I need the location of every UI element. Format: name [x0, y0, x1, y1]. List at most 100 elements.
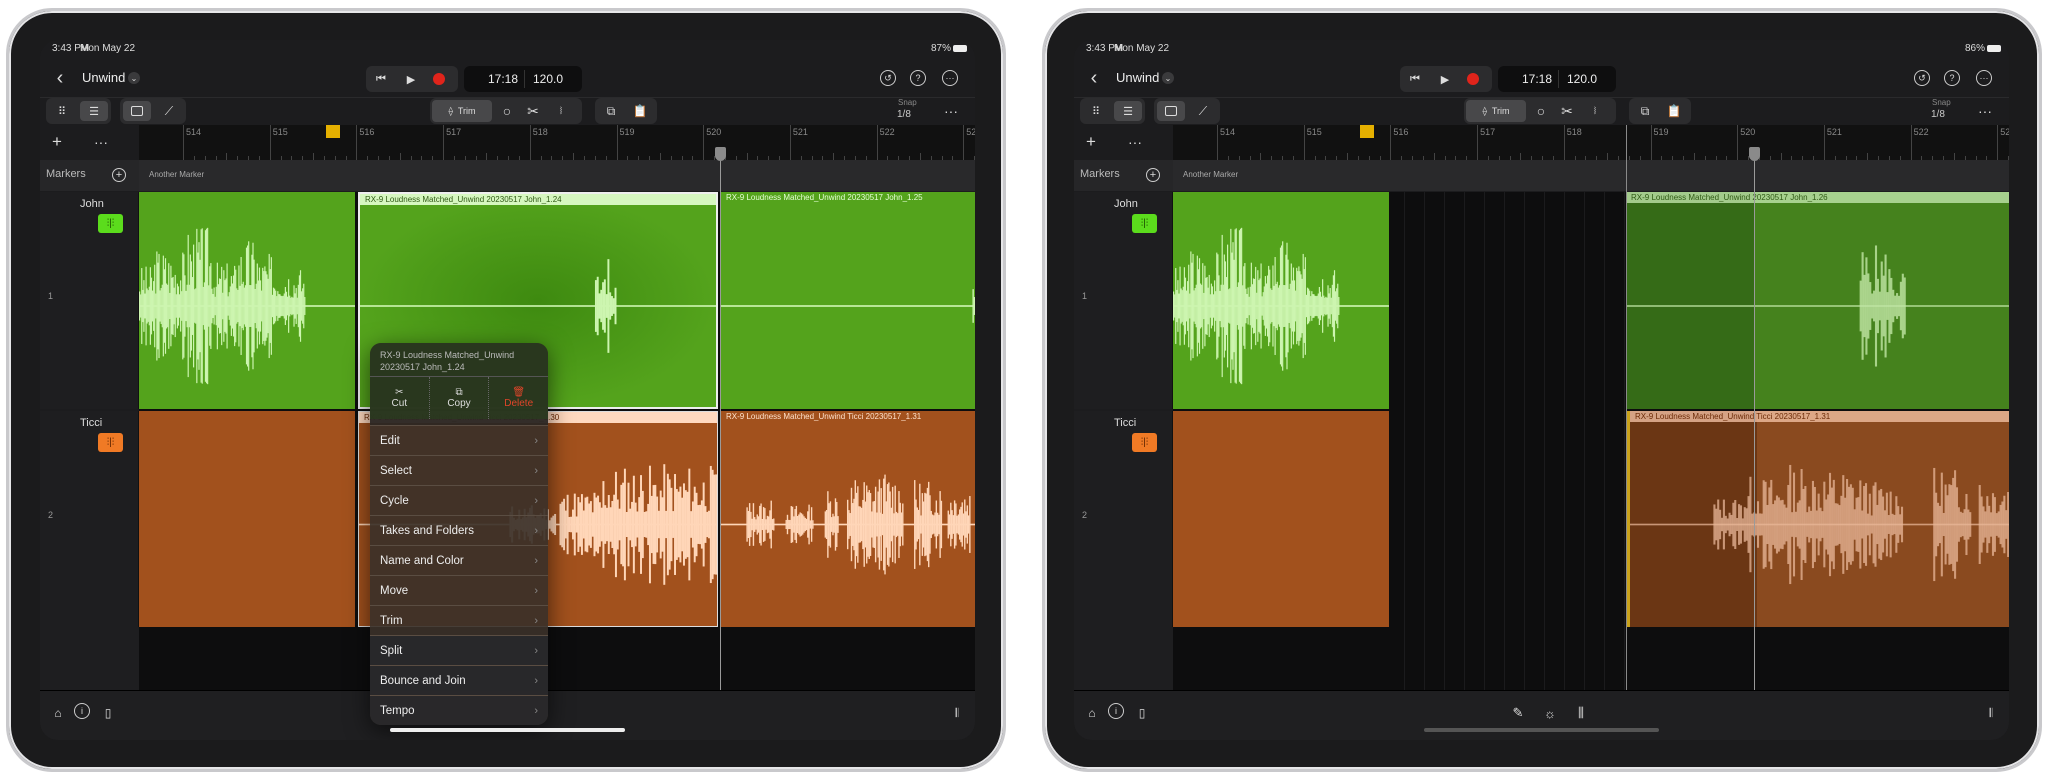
home-indicator[interactable]: [389, 728, 625, 732]
lcd-display[interactable]: 17:18 120.0: [1498, 66, 1616, 92]
track-options-icon[interactable]: ···: [90, 131, 112, 153]
trim-tool-button[interactable]: ⟠ Trim: [432, 100, 492, 122]
record-button[interactable]: [1467, 73, 1479, 85]
copy-icon[interactable]: ⧉: [1632, 101, 1658, 121]
tracks-view-icon[interactable]: ☰: [1114, 101, 1142, 121]
project-title[interactable]: Unwind: [82, 70, 125, 85]
browser-icon[interactable]: ▯: [98, 703, 118, 723]
more-options-icon[interactable]: ···: [1976, 70, 1992, 86]
waveform-bar: [1220, 284, 1222, 328]
home-indicator[interactable]: [1423, 728, 1659, 732]
info-icon[interactable]: i: [1108, 703, 1124, 719]
trim-tool-button[interactable]: ⟠ Trim: [1466, 100, 1526, 122]
snap-value[interactable]: 1/8: [897, 109, 911, 120]
menu-item-name-and-color[interactable]: Name and Color ›: [370, 545, 548, 575]
copy-button[interactable]: ⧉ Copy: [430, 377, 490, 419]
menu-item-takes-and-folders[interactable]: Takes and Folders ›: [370, 515, 548, 545]
library-icon[interactable]: ⌂: [1082, 703, 1102, 723]
scissors-icon[interactable]: ✂: [1556, 101, 1578, 121]
keyboard-icon[interactable]: 𝄃: [947, 703, 967, 723]
track-header-john[interactable]: John ⫶|⫶ 1: [1074, 192, 1173, 409]
track-header-ticci[interactable]: Ticci ⫶|⫶ 2: [1074, 411, 1173, 627]
cycle-marker-flag[interactable]: [1359, 125, 1374, 138]
scissors-icon[interactable]: ✂: [522, 101, 544, 121]
track-header-ticci[interactable]: Ticci ⫶|⫶ 2: [40, 411, 139, 627]
tracks-view-icon[interactable]: ☰: [80, 101, 108, 121]
add-marker-icon[interactable]: +: [1146, 168, 1160, 182]
keyboard-icon[interactable]: 𝄃: [1981, 703, 2001, 723]
automation-icon[interactable]: ⟋: [1190, 101, 1216, 121]
play-button[interactable]: ▶: [1434, 69, 1456, 89]
region-view-icon[interactable]: [123, 101, 151, 121]
toolbar-more-icon[interactable]: ···: [1974, 102, 1996, 120]
undo-history-icon[interactable]: ↺: [880, 70, 896, 86]
pencil-icon[interactable]: ✎: [1508, 703, 1528, 723]
marker-another-marker[interactable]: Another Marker: [1183, 170, 1238, 179]
region-john-1[interactable]: [1173, 192, 1389, 409]
add-track-icon[interactable]: +: [1080, 131, 1102, 153]
region-john-1-25[interactable]: RX-9 Loudness Matched_Unwind 20230517 Jo…: [721, 192, 975, 409]
play-button[interactable]: ▶: [400, 69, 422, 89]
add-track-icon[interactable]: +: [46, 131, 68, 153]
menu-item-bounce-and-join[interactable]: Bounce and Join ›: [370, 665, 548, 695]
mixer-sliders-icon[interactable]: ⫼: [1571, 703, 1591, 723]
menu-item-trim[interactable]: Trim ›: [370, 605, 548, 635]
playhead-handle[interactable]: [1749, 147, 1760, 161]
track-header-john[interactable]: John ⫶|⫶ 1: [40, 192, 139, 409]
add-marker-icon[interactable]: +: [112, 168, 126, 182]
playhead[interactable]: [720, 147, 721, 690]
menu-item-split[interactable]: Split ›: [370, 635, 548, 665]
grid-view-icon[interactable]: ⠿: [49, 101, 75, 121]
ruler[interactable]: 514 515 516 517 518 519 520 521 522 523: [1173, 125, 2009, 160]
info-icon[interactable]: i: [74, 703, 90, 719]
chevron-down-icon[interactable]: ⌄: [1162, 72, 1174, 84]
undo-history-icon[interactable]: ↺: [1914, 70, 1930, 86]
region-ticci-1[interactable]: [139, 411, 355, 627]
help-icon[interactable]: ?: [910, 70, 926, 86]
paste-icon[interactable]: 📋: [627, 101, 653, 121]
rewind-button[interactable]: ⏮: [1404, 69, 1426, 89]
paste-icon[interactable]: 📋: [1661, 101, 1687, 121]
record-button[interactable]: [433, 73, 445, 85]
menu-item-move[interactable]: Move ›: [370, 575, 548, 605]
marker-another-marker[interactable]: Another Marker: [149, 170, 204, 179]
grid-view-icon[interactable]: ⠿: [1083, 101, 1109, 121]
split-tool-icon[interactable]: ⧘: [550, 101, 572, 121]
menu-item-select[interactable]: Select ›: [370, 455, 548, 485]
menu-item-tempo[interactable]: Tempo ›: [370, 695, 548, 725]
automation-icon[interactable]: ⟋: [156, 101, 182, 121]
browser-icon[interactable]: ▯: [1132, 703, 1152, 723]
waveform-bar: [746, 507, 748, 542]
menu-item-cycle[interactable]: Cycle ›: [370, 485, 548, 515]
menu-item-edit[interactable]: Edit ›: [370, 425, 548, 455]
loop-tool-icon[interactable]: ○: [1530, 101, 1552, 121]
cut-button[interactable]: ✂ Cut: [370, 377, 430, 419]
lcd-display[interactable]: 17:18 120.0: [464, 66, 582, 92]
loop-tool-icon[interactable]: ○: [496, 101, 518, 121]
region-john-1-26-dragging[interactable]: RX-9 Loudness Matched_Unwind 20230517 Jo…: [1626, 192, 2009, 409]
back-button[interactable]: ‹: [1084, 66, 1104, 90]
rewind-button[interactable]: ⏮: [370, 69, 392, 89]
chevron-down-icon[interactable]: ⌄: [128, 72, 140, 84]
copy-icon[interactable]: ⧉: [598, 101, 624, 121]
more-options-icon[interactable]: ···: [942, 70, 958, 86]
toolbar-more-icon[interactable]: ···: [940, 102, 962, 120]
region-ticci-1[interactable]: [1173, 411, 1389, 627]
cycle-marker-flag[interactable]: [325, 125, 340, 138]
project-title[interactable]: Unwind: [1116, 70, 1159, 85]
help-icon[interactable]: ?: [1944, 70, 1960, 86]
region-john-1[interactable]: [139, 192, 355, 409]
playhead-handle[interactable]: [715, 147, 726, 161]
brightness-icon[interactable]: ☼: [1540, 703, 1560, 723]
playhead[interactable]: [1754, 147, 1755, 690]
region-view-icon[interactable]: [1157, 101, 1185, 121]
delete-button[interactable]: 🗑 Delete: [489, 377, 548, 419]
ruler[interactable]: 514 515 516 517 518 519 520 521 522 523: [139, 125, 975, 160]
region-ticci-1-31-dragging[interactable]: RX-9 Loudness Matched_Unwind Ticci 20230…: [1626, 411, 2009, 627]
snap-value[interactable]: 1/8: [1931, 109, 1945, 120]
region-ticci-1-31[interactable]: RX-9 Loudness Matched_Unwind Ticci 20230…: [721, 411, 975, 627]
track-options-icon[interactable]: ···: [1124, 131, 1146, 153]
back-button[interactable]: ‹: [50, 66, 70, 90]
library-icon[interactable]: ⌂: [48, 703, 68, 723]
split-tool-icon[interactable]: ⧘: [1584, 101, 1606, 121]
